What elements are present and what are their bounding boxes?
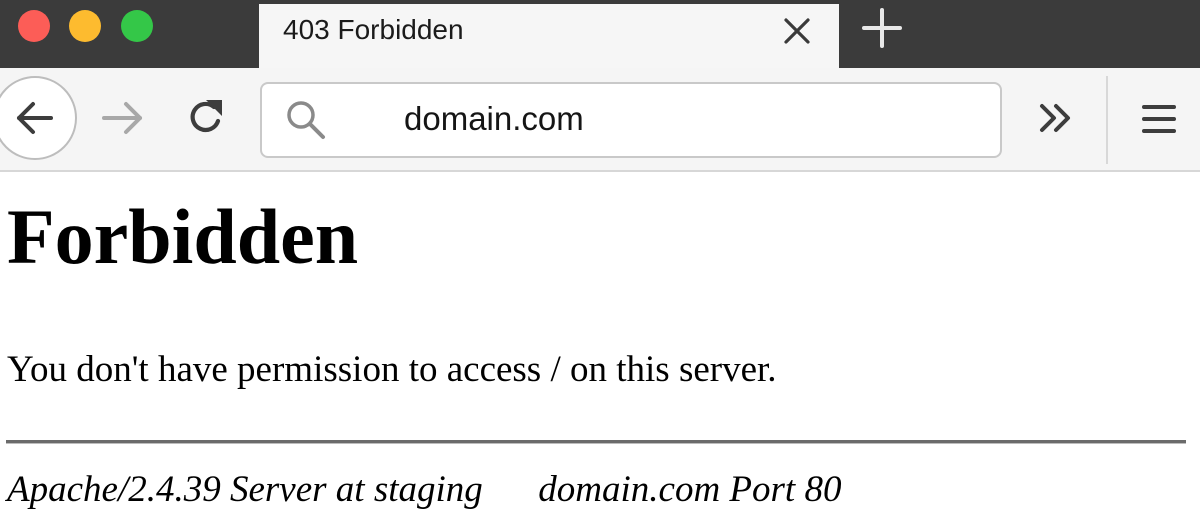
reload-button[interactable] bbox=[184, 94, 228, 140]
menu-button[interactable] bbox=[1140, 100, 1178, 138]
tab-403-forbidden[interactable]: 403 Forbidden bbox=[259, 4, 839, 68]
plus-icon[interactable] bbox=[860, 6, 904, 50]
reload-icon bbox=[190, 100, 222, 133]
toolbar-overflow-button[interactable] bbox=[1034, 98, 1078, 138]
window-zoom-button[interactable] bbox=[121, 10, 153, 42]
tab-title: 403 Forbidden bbox=[283, 14, 464, 45]
page-title: Forbidden bbox=[7, 193, 359, 280]
address-bar[interactable]: domain.com bbox=[260, 82, 1002, 158]
tab-strip: 403 Forbidden bbox=[0, 0, 1200, 68]
horizontal-rule bbox=[6, 440, 1186, 444]
window-close-button[interactable] bbox=[18, 10, 50, 42]
search-icon bbox=[282, 96, 330, 144]
navigation-toolbar: domain.com bbox=[0, 68, 1200, 172]
arrow-right-icon bbox=[102, 102, 142, 134]
browser-window: 403 Forbidden domain.com Forbidden You d… bbox=[0, 0, 1200, 530]
arrow-left-icon bbox=[17, 102, 53, 134]
error-message: You don't have permission to access / on… bbox=[7, 349, 777, 390]
toolbar-separator bbox=[1106, 76, 1108, 164]
server-signature: Apache/2.4.39 Server at staging domain.c… bbox=[7, 469, 842, 510]
close-icon[interactable] bbox=[777, 11, 817, 51]
back-button[interactable] bbox=[0, 76, 77, 160]
forward-button[interactable] bbox=[100, 98, 146, 138]
double-chevron-right-icon bbox=[1040, 104, 1070, 132]
address-bar-url[interactable]: domain.com bbox=[404, 100, 584, 138]
window-minimize-button[interactable] bbox=[69, 10, 101, 42]
hamburger-icon bbox=[1142, 105, 1176, 133]
